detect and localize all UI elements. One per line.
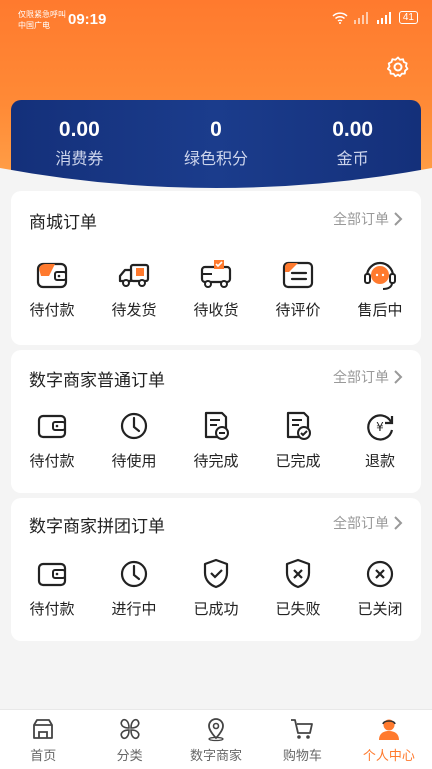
- mall-pending-receipt[interactable]: 待收货: [175, 257, 257, 320]
- battery-icon: 41: [398, 11, 418, 24]
- merchant-orders-card: 数字商家普通订单 全部订单 待付款 待使用 待完成 已完成 ¥ 退款: [11, 350, 421, 493]
- profile-icon: [378, 719, 399, 740]
- nav-category[interactable]: 分类: [86, 710, 172, 769]
- carrier-info: 仅限紧急呼叫 中国广电: [18, 9, 66, 31]
- comment-icon: [282, 261, 314, 289]
- item-label: 已成功: [193, 601, 239, 618]
- item-label: 待付款: [29, 302, 75, 319]
- system-icons: 41: [332, 11, 418, 24]
- mall-orders-row: 待付款 待发货 待收货 待评价 售后中: [11, 257, 421, 320]
- clock-icon: [120, 412, 148, 440]
- nav-label: 个人中心: [362, 748, 415, 763]
- item-label: 待发货: [111, 302, 157, 319]
- mall-pending-review[interactable]: 待评价: [257, 257, 339, 320]
- merchant-orders-row: 待付款 待使用 待完成 已完成 ¥ 退款: [11, 408, 421, 471]
- signal-icon: [353, 11, 368, 24]
- merchant-orders-all-link[interactable]: 全部订单: [333, 367, 403, 387]
- mall-orders-card: 商城订单 全部订单 待付款 待发货 待收货 待评价 售后中: [11, 191, 421, 345]
- item-label: 待使用: [111, 453, 157, 470]
- wallet-icon: [36, 262, 68, 289]
- item-label: 已完成: [275, 453, 321, 470]
- merchant-pending-payment[interactable]: 待付款: [11, 408, 93, 471]
- mall-after-sales[interactable]: 售后中: [339, 257, 421, 320]
- wallet-icon: [37, 562, 67, 587]
- merchant-refund[interactable]: ¥ 退款: [339, 408, 421, 471]
- carrier-line-2: 中国广电: [18, 21, 50, 30]
- gold-coin-value: 0.00: [332, 118, 374, 141]
- item-label: 已失败: [275, 601, 321, 618]
- nav-profile[interactable]: 个人中心: [346, 710, 432, 769]
- voucher-value: 0.00: [58, 118, 100, 141]
- nav-label: 分类: [116, 748, 143, 763]
- group-orders-card: 数字商家拼团订单 全部订单 待付款 进行中 已成功 已失败 已关闭: [11, 498, 421, 641]
- chevron-right-icon: [394, 370, 403, 384]
- group-failed[interactable]: 已失败: [257, 556, 339, 619]
- item-label: 待收货: [193, 302, 239, 319]
- all-orders-label: 全部订单: [333, 515, 389, 531]
- wifi-icon: [332, 11, 348, 24]
- shield-check-icon: [203, 558, 229, 589]
- item-label: 进行中: [111, 601, 157, 618]
- nav-label: 数字商家: [190, 748, 243, 763]
- signal-4g-icon: [376, 11, 391, 24]
- mall-pending-payment[interactable]: 待付款: [11, 257, 93, 320]
- mall-pending-shipment[interactable]: 待发货: [93, 257, 175, 320]
- group-succeeded[interactable]: 已成功: [175, 556, 257, 619]
- merchant-pending-complete[interactable]: 待完成: [175, 408, 257, 471]
- item-label: 待付款: [29, 601, 75, 618]
- carrier-line-1: 仅限紧急呼叫: [18, 10, 66, 19]
- status-bar: 仅限紧急呼叫 中国广电 09:19 41: [0, 0, 432, 40]
- merchant-completed[interactable]: 已完成: [257, 408, 339, 471]
- category-icon: [120, 718, 140, 740]
- group-orders-row: 待付款 进行中 已成功 已失败 已关闭: [11, 556, 421, 619]
- location-icon: [208, 718, 224, 742]
- group-orders-all-link[interactable]: 全部订单: [333, 513, 403, 533]
- clock-icon: [120, 560, 148, 588]
- item-label: 待完成: [193, 453, 239, 470]
- shield-x-icon: [285, 558, 311, 589]
- delivery-icon: [200, 260, 232, 288]
- home-icon: [33, 719, 54, 739]
- nav-cart[interactable]: 购物车: [259, 710, 345, 769]
- bottom-nav: 首页 分类 数字商家 购物车 个人中心: [0, 709, 432, 769]
- item-label: 退款: [364, 453, 395, 470]
- settings-gear-icon[interactable]: [386, 55, 410, 79]
- group-closed[interactable]: 已关闭: [339, 556, 421, 619]
- nav-merchant[interactable]: 数字商家: [173, 710, 259, 769]
- item-label: 待付款: [29, 453, 75, 470]
- item-label: 售后中: [357, 302, 403, 319]
- nav-label: 购物车: [282, 748, 322, 763]
- merchant-pending-use[interactable]: 待使用: [93, 408, 175, 471]
- refund-icon: ¥: [367, 414, 394, 441]
- svg-text:¥: ¥: [376, 420, 384, 434]
- mall-orders-all-link[interactable]: 全部订单: [333, 209, 403, 229]
- chevron-right-icon: [394, 516, 403, 530]
- header-curve: [0, 168, 432, 196]
- document-check-icon: [286, 411, 311, 440]
- truck-icon: [118, 263, 150, 287]
- cart-icon: [291, 719, 314, 739]
- item-label: 待评价: [275, 302, 321, 319]
- wallet-icon: [37, 414, 67, 439]
- document-pending-icon: [204, 411, 229, 440]
- merchant-orders-title: 数字商家普通订单: [29, 371, 165, 390]
- group-pending-payment[interactable]: 待付款: [11, 556, 93, 619]
- group-orders-title: 数字商家拼团订单: [29, 517, 165, 536]
- item-label: 已关闭: [357, 601, 403, 618]
- all-orders-label: 全部订单: [333, 211, 389, 227]
- mall-orders-title: 商城订单: [29, 213, 97, 232]
- headset-icon: [364, 261, 396, 290]
- circle-x-icon: [366, 560, 394, 588]
- chevron-right-icon: [394, 212, 403, 226]
- nav-home[interactable]: 首页: [0, 710, 86, 769]
- green-points-value: 0: [210, 118, 222, 141]
- group-in-progress[interactable]: 进行中: [93, 556, 175, 619]
- clock: 09:19: [68, 11, 107, 28]
- all-orders-label: 全部订单: [333, 369, 389, 385]
- nav-label: 首页: [30, 748, 57, 763]
